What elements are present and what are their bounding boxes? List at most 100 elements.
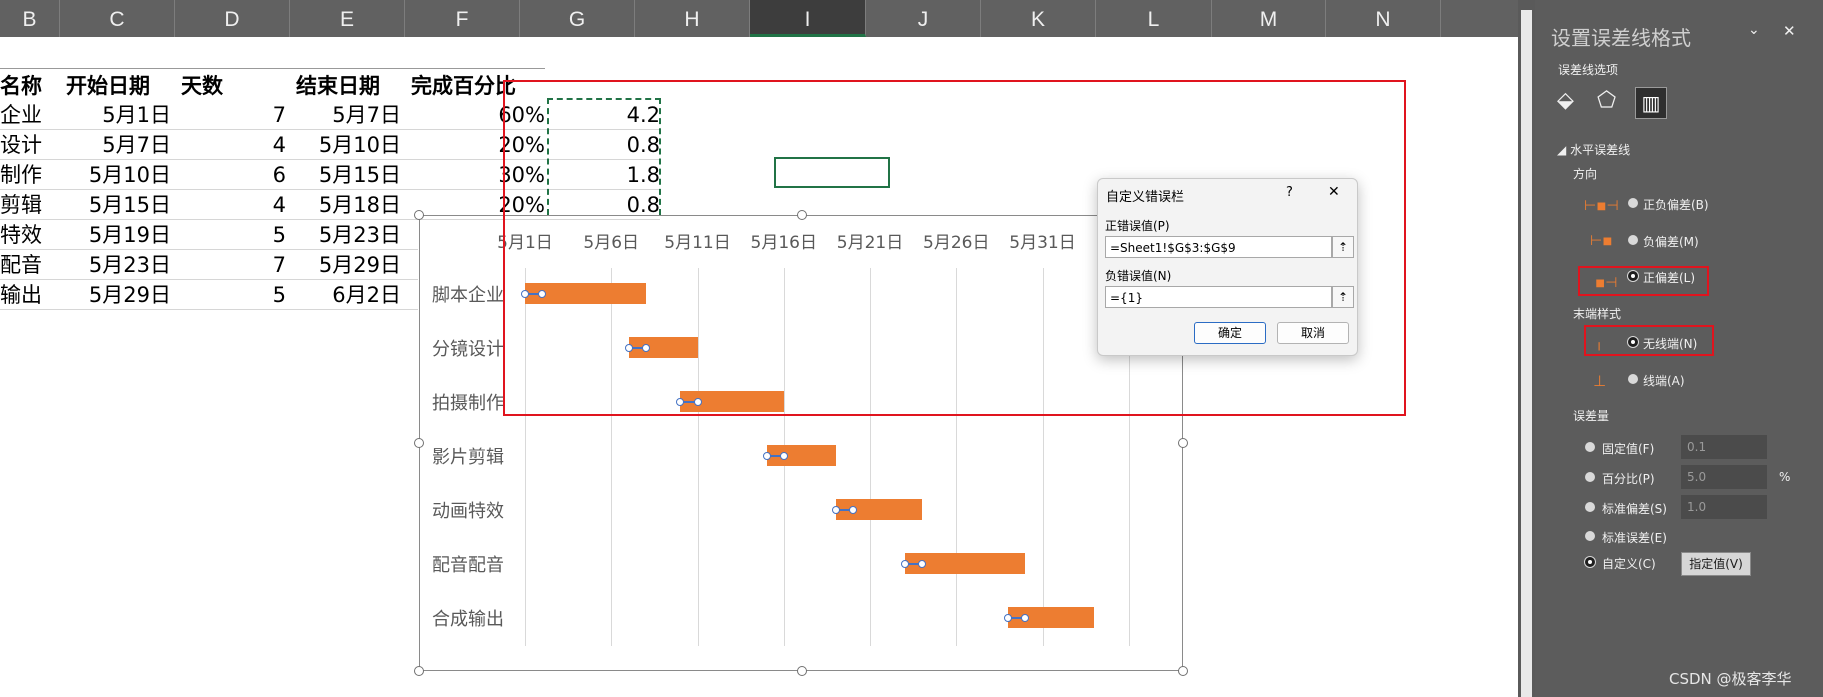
direction-label: 方向: [1573, 167, 1598, 181]
radio-fixed[interactable]: [1585, 442, 1595, 452]
cell-days[interactable]: 5: [175, 220, 286, 250]
chevron-down-icon[interactable]: ⌄: [1748, 22, 1760, 38]
cell-end[interactable]: 5月10日: [290, 130, 401, 160]
cell-end[interactable]: 6月2日: [290, 280, 401, 310]
cell-name[interactable]: 剪辑: [0, 190, 60, 220]
cell-end[interactable]: 5月29日: [290, 250, 401, 280]
radio-minus[interactable]: [1628, 235, 1638, 245]
error-bar-handle: [831, 506, 840, 514]
column-header-K[interactable]: K: [981, 0, 1096, 37]
scrollbar-track[interactable]: [1521, 10, 1532, 697]
positive-error-label: 正错误值(P): [1105, 219, 1170, 233]
highlight-box-no-cap: [1584, 325, 1714, 356]
column-header-J[interactable]: J: [866, 0, 981, 37]
cell-start[interactable]: 5月15日: [60, 190, 171, 220]
error-bar-handle: [848, 506, 857, 514]
range-picker-icon[interactable]: ⇡: [1332, 286, 1354, 308]
both-direction-icon: ⊢◾⊣: [1584, 198, 1619, 214]
minus-direction-icon: ⊢◾: [1590, 233, 1613, 249]
pane-title: 设置误差线格式: [1551, 26, 1691, 50]
error-bar-handle: [762, 452, 771, 460]
stddev-value-input[interactable]: 1.0: [1681, 495, 1767, 519]
stderr-label[interactable]: 标准误差(E): [1602, 529, 1667, 546]
column-header-D[interactable]: D: [175, 0, 290, 37]
y-category-label: 拍摄制作: [432, 393, 504, 414]
header-days[interactable]: 天数: [181, 71, 271, 101]
cell-days[interactable]: 5: [175, 280, 286, 310]
range-picker-icon[interactable]: ⇡: [1332, 236, 1354, 258]
close-icon[interactable]: ✕: [1328, 184, 1340, 200]
column-header-N[interactable]: N: [1326, 0, 1441, 37]
help-icon[interactable]: ?: [1286, 185, 1293, 200]
close-icon[interactable]: ✕: [1783, 22, 1796, 40]
percent-label[interactable]: 百分比(P): [1602, 470, 1655, 487]
header-end[interactable]: 结束日期: [296, 71, 406, 101]
column-header-G[interactable]: G: [520, 0, 635, 37]
cell-name[interactable]: 企业: [0, 100, 60, 130]
column-header-F[interactable]: F: [405, 0, 520, 37]
cell-end[interactable]: 5月15日: [290, 160, 401, 190]
radio-stddev[interactable]: [1585, 502, 1595, 512]
percent-value-input[interactable]: 5.0: [1681, 465, 1767, 489]
column-header-L[interactable]: L: [1096, 0, 1212, 37]
cancel-button[interactable]: 取消: [1277, 322, 1349, 344]
cell-days[interactable]: 7: [175, 250, 286, 280]
radio-stderr[interactable]: [1585, 531, 1595, 541]
stddev-label[interactable]: 标准偏差(S): [1602, 500, 1667, 517]
error-bar-handle: [1004, 614, 1012, 622]
column-header-C[interactable]: C: [60, 0, 175, 37]
cell-end[interactable]: 5月7日: [290, 100, 401, 130]
cell-days[interactable]: 7: [175, 100, 286, 130]
header-start[interactable]: 开始日期: [66, 71, 176, 101]
caret-down-icon: ◢: [1557, 143, 1567, 157]
y-category-label: 动画特效: [432, 501, 504, 522]
option-both[interactable]: 正负偏差(B): [1643, 196, 1709, 213]
chart-resize-handle: [414, 438, 424, 448]
chart-resize-handle: [1178, 666, 1188, 676]
radio-custom[interactable]: [1585, 557, 1595, 567]
column-header-I[interactable]: I: [750, 0, 866, 37]
specify-value-button[interactable]: 指定值(V): [1681, 552, 1751, 576]
fixed-value-input[interactable]: 0.1: [1681, 435, 1767, 459]
cell-name[interactable]: 输出: [0, 280, 60, 310]
cell-days[interactable]: 6: [175, 160, 286, 190]
cell-days[interactable]: 4: [175, 130, 286, 160]
column-header-bar: BCDEFGHIJKLMN: [0, 0, 1518, 37]
cell-start[interactable]: 5月23日: [60, 250, 171, 280]
custom-error-bar-dialog[interactable]: 自定义错误栏 ? ✕ 正错误值(P) =Sheet1!$G$3:$G$9 ⇡ 负…: [1097, 178, 1358, 356]
effects-icon[interactable]: ⬠: [1597, 88, 1616, 113]
column-header-H[interactable]: H: [635, 0, 750, 37]
option-minus[interactable]: 负偏差(M): [1643, 233, 1699, 250]
cell-start[interactable]: 5月19日: [60, 220, 171, 250]
cell-name[interactable]: 设计: [0, 130, 60, 160]
cell-name[interactable]: 配音: [0, 250, 60, 280]
radio-both[interactable]: [1628, 198, 1638, 208]
option-cap[interactable]: 线端(A): [1643, 372, 1685, 389]
custom-label[interactable]: 自定义(C): [1602, 555, 1656, 572]
header-name[interactable]: 名称: [0, 71, 60, 101]
radio-percent[interactable]: [1585, 472, 1595, 482]
cell-name[interactable]: 特效: [0, 220, 60, 250]
cell-start[interactable]: 5月29日: [60, 280, 171, 310]
positive-error-input[interactable]: =Sheet1!$G$3:$G$9: [1105, 236, 1332, 258]
end-style-label: 末端样式: [1573, 307, 1622, 321]
fill-line-icon[interactable]: ⬙: [1557, 88, 1574, 113]
cell-name[interactable]: 制作: [0, 160, 60, 190]
cell-start[interactable]: 5月7日: [60, 130, 171, 160]
cell-start[interactable]: 5月1日: [60, 100, 171, 130]
column-header-B[interactable]: B: [0, 0, 60, 37]
radio-cap[interactable]: [1628, 374, 1638, 384]
cap-icon: ⊥: [1593, 372, 1607, 390]
cell-days[interactable]: 4: [175, 190, 286, 220]
section-header[interactable]: ◢ 水平误差线: [1557, 141, 1630, 158]
column-header-M[interactable]: M: [1212, 0, 1326, 37]
ok-button[interactable]: 确定: [1194, 322, 1266, 344]
cell-end[interactable]: 5月23日: [290, 220, 401, 250]
fixed-label[interactable]: 固定值(F): [1602, 440, 1654, 457]
bar-options-icon[interactable]: ▥: [1635, 87, 1667, 119]
cell-end[interactable]: 5月18日: [290, 190, 401, 220]
cell-start[interactable]: 5月10日: [60, 160, 171, 190]
y-category-label: 脚本企业: [432, 285, 504, 306]
column-header-E[interactable]: E: [290, 0, 405, 37]
negative-error-input[interactable]: ={1}: [1105, 286, 1332, 308]
